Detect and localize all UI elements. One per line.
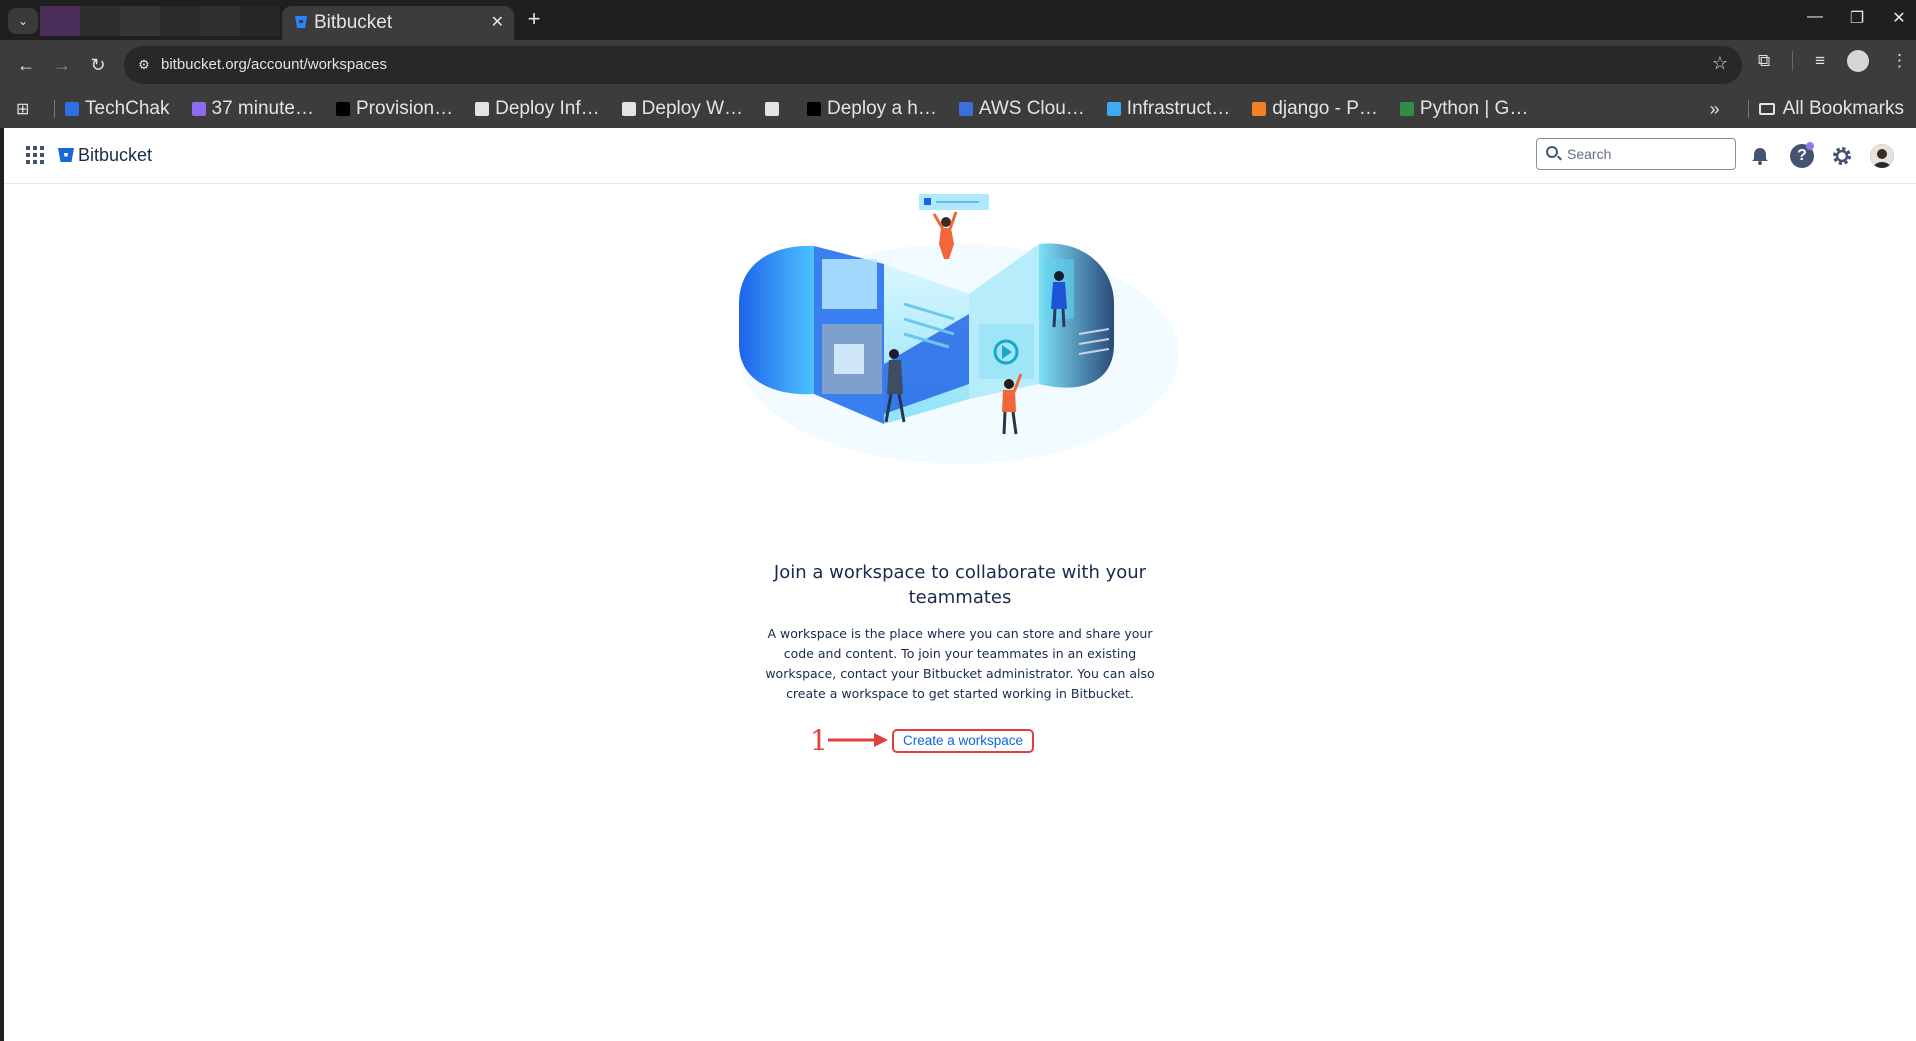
- extensions-icon[interactable]: ⧉: [1758, 51, 1770, 71]
- minimize-icon[interactable]: —: [1804, 8, 1826, 28]
- all-bookmarks-button[interactable]: All Bookmarks: [1758, 98, 1904, 120]
- forward-icon[interactable]: →: [50, 53, 74, 77]
- all-bookmarks-label: All Bookmarks: [1782, 98, 1904, 119]
- bookmark-item[interactable]: AWS Clou…: [958, 98, 1085, 120]
- new-tab-button[interactable]: +: [522, 6, 546, 32]
- bitbucket-logo-icon[interactable]: [57, 146, 75, 164]
- window-controls: — ❐ ✕: [1804, 8, 1910, 28]
- bitbucket-favicon-icon: [295, 16, 307, 28]
- reading-list-icon[interactable]: ≡: [1815, 51, 1825, 71]
- bookmark-star-icon[interactable]: ☆: [1712, 53, 1728, 74]
- bookmarks-separator: [1747, 100, 1749, 118]
- search-icon: [1546, 146, 1558, 158]
- chart-icon: [1106, 102, 1121, 116]
- bookmarks-overflow-icon[interactable]: »: [1710, 99, 1720, 120]
- page-description: A workspace is the place where you can s…: [765, 626, 1155, 701]
- bookmark-item[interactable]: [765, 98, 785, 120]
- menu-icon[interactable]: ⋮: [1891, 51, 1908, 71]
- notifications-icon[interactable]: [1748, 144, 1772, 168]
- settings-gear-icon[interactable]: [1830, 144, 1854, 168]
- gfg-icon: [1399, 102, 1414, 116]
- url-text[interactable]: bitbucket.org/account/workspaces: [161, 56, 387, 73]
- bookmark-item[interactable]: Deploy Inf…: [475, 98, 600, 120]
- create-workspace-link[interactable]: Create a workspace: [892, 729, 1034, 753]
- avatar-image: [1870, 144, 1894, 168]
- user-avatar[interactable]: [1870, 144, 1894, 168]
- bookmark-item[interactable]: 37 minute…: [191, 98, 314, 120]
- medium-icon: [191, 102, 206, 116]
- aws-icon: [958, 102, 973, 116]
- bookmark-item[interactable]: TechChak: [65, 98, 170, 120]
- reload-icon[interactable]: ↻: [86, 53, 110, 77]
- graduation-icon: [621, 102, 636, 116]
- techchak-icon: [65, 102, 79, 116]
- browser-toolbar: ← → ↻ ⚙ bitbucket.org/account/workspaces…: [0, 40, 1916, 90]
- maximize-icon[interactable]: ❐: [1846, 8, 1868, 28]
- bookmark-item[interactable]: Deploy a h…: [807, 98, 937, 120]
- bookmark-label: Provision…: [355, 98, 454, 119]
- bookmark-item[interactable]: Provision…: [335, 98, 454, 120]
- dev-icon: [335, 102, 350, 116]
- stackoverflow-icon: [1252, 102, 1267, 116]
- app-switcher-icon[interactable]: [26, 146, 44, 164]
- tab-bitbucket[interactable]: Bitbucket ✕: [282, 6, 514, 40]
- toolbar-separator: [1792, 51, 1794, 71]
- page-heading: Join a workspace to collaborate with you…: [773, 562, 1147, 608]
- bookmarks-separator: [54, 100, 55, 118]
- bookmark-label: Deploy Inf…: [495, 98, 600, 119]
- bookmark-label: Deploy a h…: [827, 98, 937, 119]
- workspace-illustration: [739, 194, 1179, 464]
- globe-icon: [765, 102, 780, 116]
- tab-close-icon[interactable]: ✕: [491, 12, 504, 32]
- address-bar[interactable]: ⚙ bitbucket.org/account/workspaces ☆: [124, 46, 1742, 84]
- bookmark-label: Python | G…: [1419, 98, 1529, 119]
- site-info-icon[interactable]: ⚙: [134, 55, 154, 75]
- medium-icon: [807, 102, 822, 116]
- blurred-tabs[interactable]: [40, 6, 280, 36]
- bookmark-label: TechChak: [85, 98, 170, 119]
- page-content: Bitbucket ?: [4, 128, 1916, 1041]
- bookmark-item[interactable]: Deploy W…: [621, 98, 744, 120]
- globe-icon: [475, 102, 490, 116]
- product-name[interactable]: Bitbucket: [78, 145, 152, 166]
- profile-icon[interactable]: [1847, 50, 1869, 72]
- folder-icon: [1758, 103, 1775, 115]
- tab-search-button[interactable]: ⌄: [8, 8, 38, 34]
- bookmark-label: 37 minute…: [211, 98, 314, 119]
- bookmark-label: Deploy W…: [641, 98, 744, 119]
- browser-tabstrip: ⌄ Bitbucket ✕ + — ❐ ✕: [0, 0, 1916, 40]
- search-field[interactable]: [1536, 138, 1736, 170]
- bitbucket-header: Bitbucket ?: [4, 128, 1916, 184]
- tab-title: Bitbucket: [314, 12, 393, 33]
- bookmark-label: AWS Clou…: [978, 98, 1085, 119]
- close-window-icon[interactable]: ✕: [1888, 8, 1910, 28]
- back-icon[interactable]: ←: [14, 53, 38, 77]
- toolbar-actions: ⧉ ≡ ⋮: [1758, 50, 1908, 72]
- bookmarks-bar: ⊞ TechChak 37 minute… Provision… Deploy Inf…: [0, 90, 1916, 128]
- bookmark-item[interactable]: Infrastruct…: [1106, 98, 1231, 120]
- bookmark-item[interactable]: Python | G…: [1399, 98, 1529, 120]
- bookmark-label: Infrastruct…: [1126, 98, 1231, 119]
- apps-icon[interactable]: ⊞: [16, 99, 46, 119]
- bookmark-item[interactable]: django - P…: [1252, 98, 1378, 120]
- bookmark-list: TechChak 37 minute… Provision… Deploy Inf… D…: [65, 98, 1550, 120]
- annotation-number: 1: [810, 724, 828, 757]
- help-notification-dot: [1806, 142, 1814, 150]
- bookmark-label: django - P…: [1272, 98, 1378, 119]
- search-input[interactable]: [1567, 145, 1727, 163]
